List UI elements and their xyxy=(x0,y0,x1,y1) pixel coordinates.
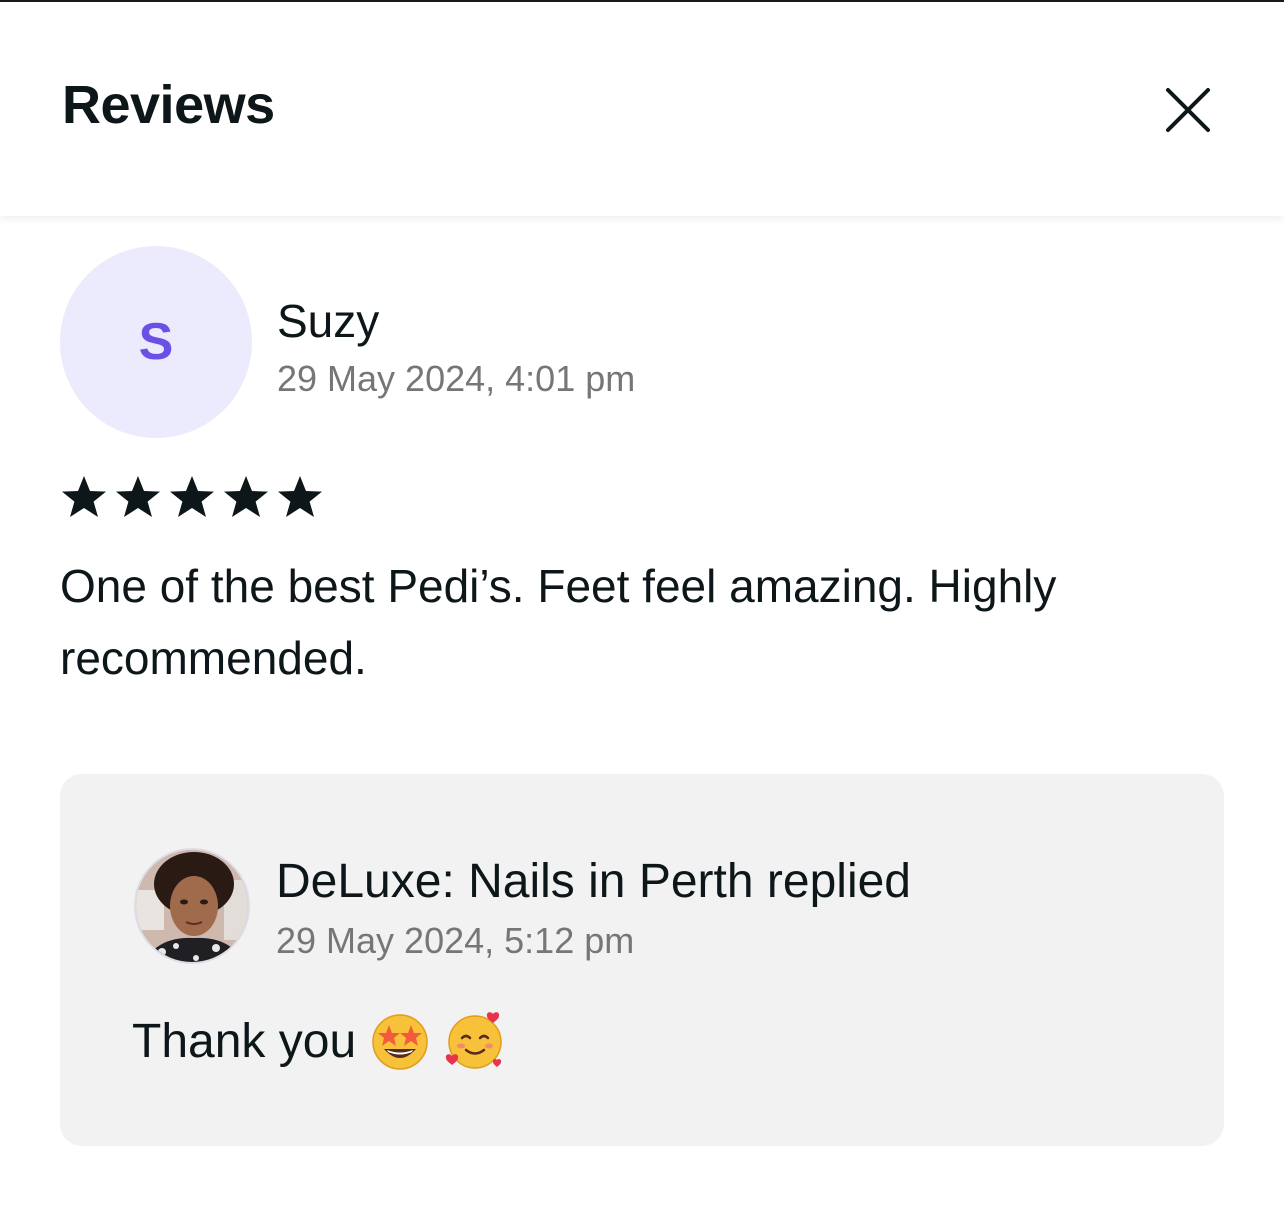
reply-card: DeLuxe: Nails in Perth replied 29 May 20… xyxy=(60,774,1224,1146)
star-icon xyxy=(62,476,106,517)
smiling-face-with-hearts-emoji xyxy=(446,1012,502,1069)
page-title: Reviews xyxy=(62,75,275,135)
business-avatar xyxy=(134,848,250,964)
reply-text: Thank you xyxy=(132,1014,357,1068)
star-rating xyxy=(60,474,324,520)
star-icon xyxy=(278,476,322,517)
review-date: 29 May 2024, 4:01 pm xyxy=(277,358,636,399)
star-icon xyxy=(170,476,214,517)
avatar: S xyxy=(60,246,252,438)
avatar-initial: S xyxy=(138,313,174,371)
review-content: S Suzy 29 May 2024, 4:01 pm One of the b… xyxy=(0,216,1284,1214)
close-icon[interactable] xyxy=(1165,87,1211,133)
business-avatar-photo xyxy=(136,850,248,962)
reviewer-name: Suzy xyxy=(277,295,380,347)
reply-title: DeLuxe: Nails in Perth replied xyxy=(276,855,911,908)
close-button[interactable] xyxy=(1160,82,1216,138)
reply-message: Thank you xyxy=(132,1006,506,1076)
modal-header: Reviews xyxy=(0,2,1284,216)
star-struck-emoji xyxy=(372,1014,428,1070)
star-icon xyxy=(116,476,160,517)
reply-date: 29 May 2024, 5:12 pm xyxy=(276,920,635,961)
review-text: One of the best Pedi’s. Feet feel amazin… xyxy=(60,560,1057,684)
star-icon xyxy=(224,476,268,517)
